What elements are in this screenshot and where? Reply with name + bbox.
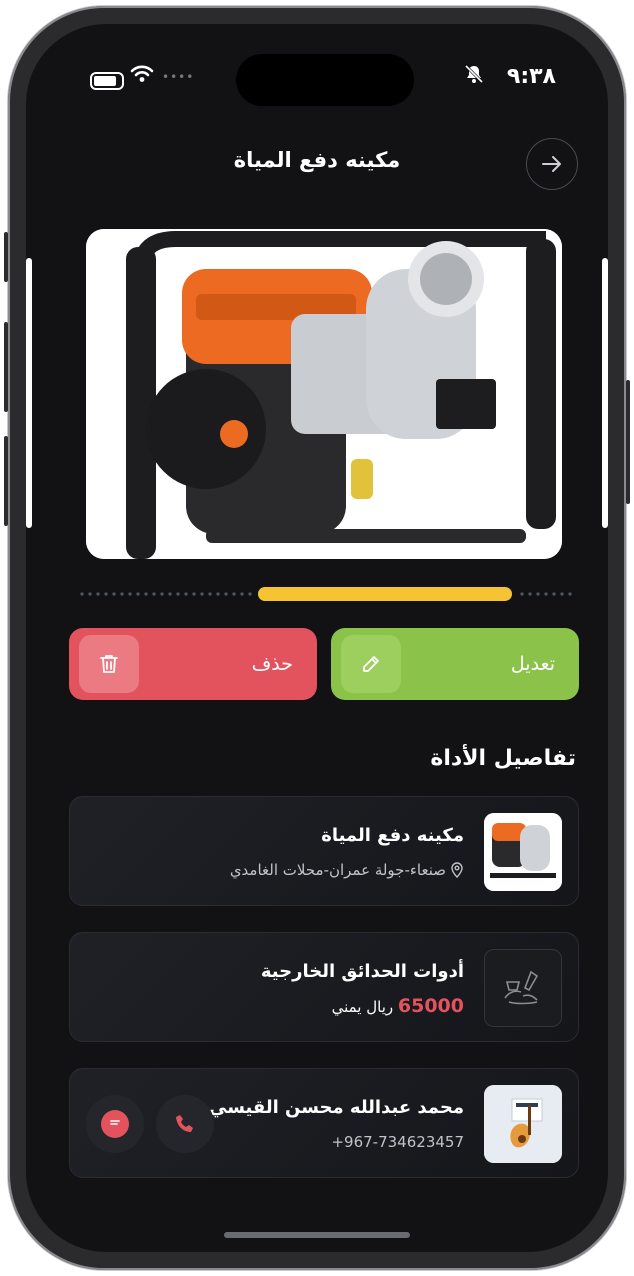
delete-button[interactable]: حذف (69, 628, 317, 700)
tool-location-text: صنعاء-جولة عمران-محلات الغامدي (229, 861, 446, 879)
price-currency: ريال يمني (331, 998, 394, 1016)
section-title: تفاصيل الأداة (430, 746, 576, 771)
home-indicator[interactable] (224, 1232, 410, 1238)
carousel-prev-peek (26, 258, 32, 528)
garden-tools-icon (484, 949, 562, 1027)
owner-card[interactable]: محمد عبدالله محسن القيسي +967-734623457 (69, 1068, 579, 1178)
back-button[interactable] (526, 138, 578, 190)
tool-location: صنعاء-جولة عمران-محلات الغامدي (230, 861, 464, 879)
edit-button[interactable]: تعديل (331, 628, 579, 700)
chat-icon (101, 1110, 129, 1138)
tool-name: مكينه دفع المياة (321, 825, 464, 846)
category-name: أدوات الحدائق الخارجية (260, 961, 464, 982)
volume-up-button (4, 322, 8, 412)
dynamic-island (236, 54, 414, 106)
volume-down-button (4, 436, 8, 526)
product-image[interactable] (86, 229, 562, 559)
price-value: 65000 (397, 995, 464, 1017)
owner-name: محمد عبدالله محسن القيسي (208, 1097, 464, 1118)
owner-phone: +967-734623457 (331, 1133, 464, 1151)
location-pin-icon (451, 862, 463, 878)
pencil-icon (341, 635, 401, 693)
carousel-active-bar (258, 587, 512, 601)
chat-button[interactable] (86, 1095, 144, 1153)
phone-frame: ٩:٣٨ •••• مكينه دفع المياة تعديل حذف تفا… (4, 6, 630, 1270)
battery-icon (90, 72, 124, 90)
owner-avatar (484, 1085, 562, 1163)
carousel-next-peek (602, 258, 608, 528)
arrow-right-icon (542, 156, 561, 172)
trash-icon (79, 635, 139, 693)
bell-muted-icon (464, 64, 484, 89)
phone-icon (176, 1115, 193, 1132)
price-row: 65000 ريال يمني (332, 995, 464, 1017)
signal-dots-icon: •••• (162, 70, 195, 84)
carousel-dots-right (518, 591, 574, 597)
mute-switch (4, 232, 8, 282)
app-screen: ٩:٣٨ •••• مكينه دفع المياة تعديل حذف تفا… (26, 24, 608, 1252)
carousel-indicator (78, 587, 574, 601)
tool-thumbnail (484, 813, 562, 891)
delete-label: حذف (251, 653, 293, 675)
page-title: مكينه دفع المياة (233, 148, 401, 172)
tool-card[interactable]: مكينه دفع المياة صنعاء-جولة عمران-محلات … (69, 796, 579, 906)
carousel-dots-left (78, 591, 254, 597)
category-card[interactable]: أدوات الحدائق الخارجية 65000 ريال يمني (69, 932, 579, 1042)
power-button (626, 380, 630, 504)
status-time: ٩:٣٨ (506, 64, 556, 89)
edit-label: تعديل (510, 653, 555, 675)
wifi-icon (130, 64, 154, 90)
call-button[interactable] (156, 1095, 214, 1153)
